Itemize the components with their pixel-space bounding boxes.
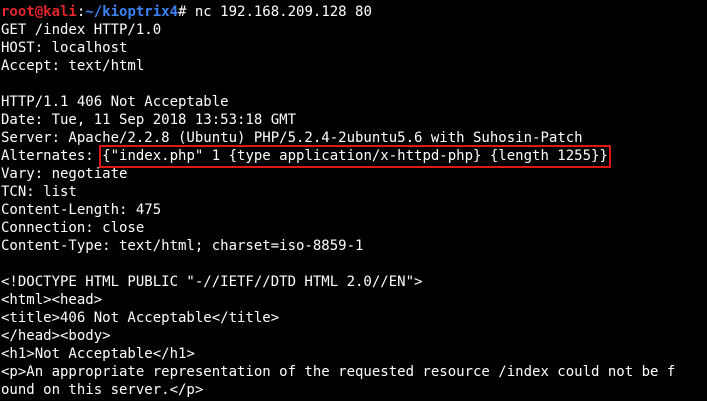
response-vary: Vary: negotiate	[1, 166, 128, 182]
response-date: Date: Tue, 11 Sep 2018 13:53:18 GMT	[1, 112, 297, 128]
response-connection: Connection: close	[1, 220, 145, 236]
body-line	[1, 255, 707, 273]
response-status: HTTP/1.1 406 Not Acceptable	[1, 94, 229, 110]
response-content-type: Content-Type: text/html; charset=iso-885…	[1, 238, 364, 254]
prompt-user-host: root@kali	[1, 4, 77, 20]
prompt-path: ~/kioptrix4	[85, 4, 179, 20]
body-line: <html><head>	[1, 292, 103, 308]
body-line: <p>An appropriate representation of the …	[1, 364, 676, 380]
alternates-label: Alternates:	[1, 148, 103, 164]
request-line: GET /index HTTP/1.0	[1, 22, 162, 38]
body-line: <!DOCTYPE HTML PUBLIC "-//IETF//DTD HTML…	[1, 274, 423, 290]
body-line: </head><body>	[1, 328, 111, 344]
body-line: <title>406 Not Acceptable</title>	[1, 310, 280, 326]
body-line: ound on this server.</p>	[1, 382, 204, 398]
request-line: HOST: localhost	[1, 40, 128, 56]
request-line: Accept: text/html	[1, 58, 145, 74]
request-line	[1, 75, 707, 93]
response-tcn: TCN: list	[1, 184, 77, 200]
alternates-highlight-box: {"index.php" 1 {type application/x-httpd…	[99, 145, 611, 168]
terminal-window[interactable]: root@kali:~/kioptrix4# nc 192.168.209.12…	[0, 0, 707, 401]
response-server: Server: Apache/2.2.8 (Ubuntu) PHP/5.2.4-…	[1, 130, 583, 146]
response-alternates: Alternates: {"index.php" 1 {type applica…	[1, 145, 707, 168]
prompt-command: nc 192.168.209.128 80	[186, 4, 372, 20]
response-content-length: Content-Length: 475	[1, 202, 162, 218]
prompt-line: root@kali:~/kioptrix4# nc 192.168.209.12…	[1, 3, 707, 21]
body-line: <h1>Not Acceptable</h1>	[1, 346, 195, 362]
